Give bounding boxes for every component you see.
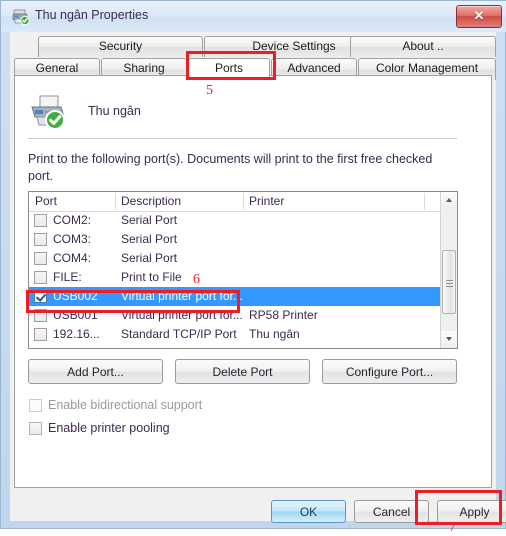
chevron-down-icon <box>446 337 452 341</box>
port-checkbox[interactable] <box>34 214 47 227</box>
port-checkbox-checked[interactable] <box>34 290 47 303</box>
cell-port: FILE: <box>53 270 82 284</box>
cell-description: Virtual printer port for... <box>121 289 243 303</box>
table-row[interactable]: USB001 Virtual printer port for... RP58 … <box>29 306 457 325</box>
tab-about[interactable]: About .. <box>350 36 496 57</box>
option-label: Enable bidirectional support <box>48 398 203 412</box>
grip-line <box>446 283 453 284</box>
add-port-button[interactable]: Add Port... <box>28 359 163 384</box>
cell-description: Serial Port <box>121 251 178 265</box>
column-header-description: Description <box>121 194 182 208</box>
grip-line <box>446 286 453 287</box>
printer-large-icon <box>28 93 68 130</box>
column-header-port: Port <box>35 194 58 208</box>
ok-button[interactable]: OK <box>271 500 346 523</box>
printer-header: Thu ngân <box>28 93 458 133</box>
table-row[interactable]: COM3: Serial Port <box>29 230 457 249</box>
scroll-up-button[interactable] <box>441 192 457 209</box>
vertical-scrollbar[interactable] <box>440 192 457 348</box>
dialog-client-area: Security Device Settings About .. Genera… <box>10 32 506 535</box>
configure-port-button[interactable]: Configure Port... <box>322 359 457 384</box>
column-header-printer: Printer <box>249 194 285 208</box>
table-row[interactable]: COM4: Serial Port <box>29 249 457 268</box>
printer-properties-window: Thu ngân Properties ✕ Security Device Se… <box>0 0 506 535</box>
port-checkbox[interactable] <box>34 252 47 265</box>
title-bar: Thu ngân Properties ✕ <box>1 1 506 32</box>
table-row[interactable]: FILE: Print to File <box>29 268 457 287</box>
cell-description: Serial Port <box>121 213 178 227</box>
cell-printer: RP58 Printer <box>249 308 318 322</box>
table-row-selected[interactable]: USB002 Virtual printer port for... <box>29 287 457 306</box>
checkbox[interactable] <box>29 422 42 435</box>
cell-port: USB001 <box>53 308 98 322</box>
ports-list[interactable]: Port Description Printer COM2: Serial Po… <box>28 191 458 349</box>
cell-port: COM4: <box>53 251 92 265</box>
cell-description: Print to File <box>121 270 182 284</box>
grip-line <box>446 280 453 281</box>
tab-ports[interactable]: Ports <box>188 58 270 80</box>
port-checkbox[interactable] <box>34 271 47 284</box>
cell-port: COM2: <box>53 213 92 227</box>
window-title: Thu ngân Properties <box>35 8 149 22</box>
port-checkbox[interactable] <box>34 309 47 322</box>
cell-port: COM3: <box>53 232 92 246</box>
header-separator <box>115 193 116 210</box>
tab-security[interactable]: Security <box>38 36 203 57</box>
printer-icon <box>12 8 30 26</box>
option-label: Enable printer pooling <box>48 421 170 435</box>
close-button[interactable]: ✕ <box>456 5 502 28</box>
cell-description: Serial Port <box>121 232 178 246</box>
cell-port: USB002 <box>53 289 98 303</box>
scroll-down-button[interactable] <box>441 331 457 348</box>
cell-printer: Thu ngân <box>249 327 300 341</box>
cell-port: 192.16... <box>53 327 100 341</box>
divider <box>28 138 457 139</box>
scrollbar-thumb[interactable] <box>442 250 456 314</box>
table-row[interactable]: 192.16... Standard TCP/IP Port Thu ngân <box>29 325 457 344</box>
cancel-button[interactable]: Cancel <box>354 500 429 523</box>
instructions-text: Print to the following port(s). Document… <box>28 152 433 183</box>
chevron-up-icon <box>446 198 452 202</box>
table-row[interactable]: COM2: Serial Port <box>29 211 457 230</box>
header-separator <box>243 193 244 210</box>
close-icon: ✕ <box>473 8 485 23</box>
tab-strip: Security Device Settings About .. Genera… <box>10 36 496 80</box>
ports-list-rows: COM2: Serial Port COM3: Serial Port COM4… <box>29 211 457 344</box>
printer-name-label: Thu ngân <box>88 104 141 118</box>
ports-tab-page: Thu ngân Print to the following port(s).… <box>14 75 492 535</box>
ports-list-header: Port Description Printer <box>29 192 457 212</box>
checkbox[interactable] <box>29 399 42 412</box>
apply-button[interactable]: Apply <box>437 500 506 523</box>
port-checkbox[interactable] <box>34 328 47 341</box>
delete-port-button[interactable]: Delete Port <box>175 359 310 384</box>
cell-description: Virtual printer port for... <box>121 308 243 322</box>
port-checkbox[interactable] <box>34 233 47 246</box>
cell-description: Standard TCP/IP Port <box>121 327 237 341</box>
header-separator <box>424 193 425 210</box>
